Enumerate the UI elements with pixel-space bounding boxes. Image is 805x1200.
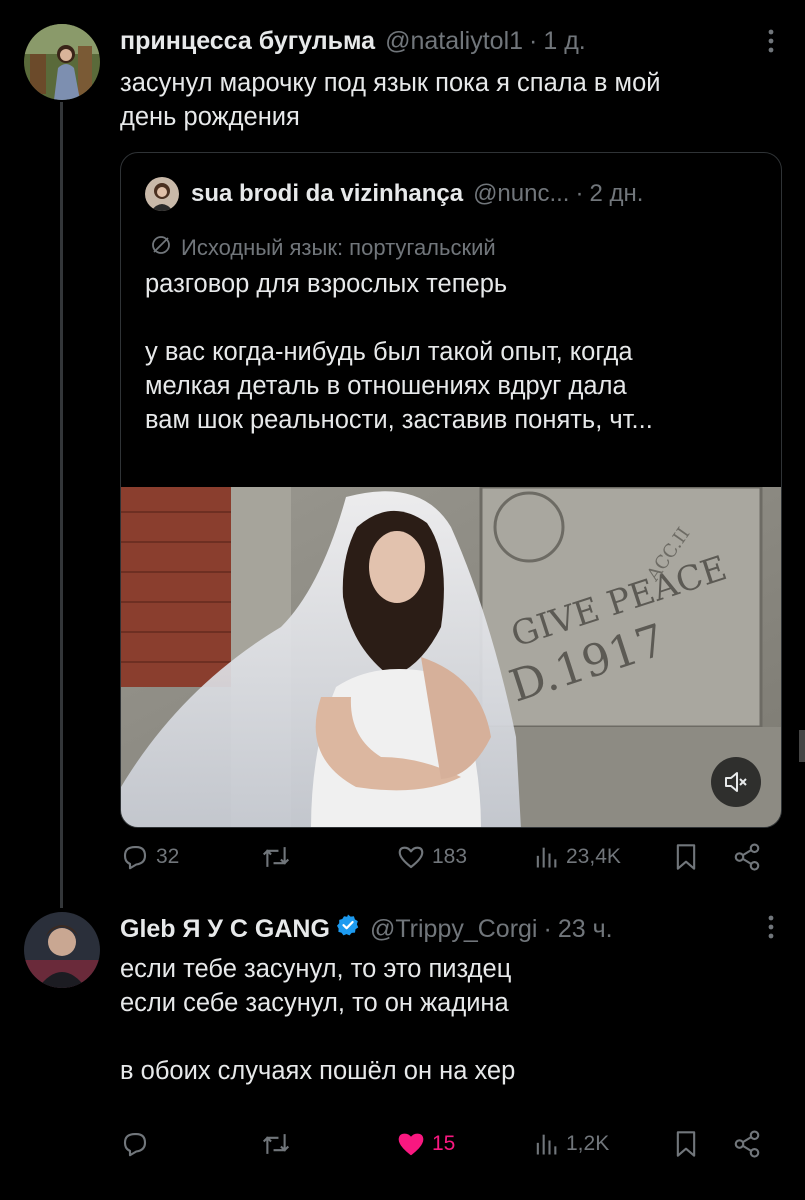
bookmark-icon	[676, 1131, 696, 1157]
separator-dot: ·	[575, 180, 584, 207]
repost-icon	[262, 847, 290, 867]
translation-note[interactable]: Исходный язык: португальский	[149, 233, 496, 263]
quoted-avatar	[145, 177, 179, 211]
share-button[interactable]	[732, 1124, 762, 1164]
reply-button[interactable]: 32	[120, 837, 179, 877]
reply-count: 32	[156, 845, 180, 868]
repost-button[interactable]	[260, 837, 292, 877]
quoted-tweet[interactable]: sua brodi da vizinhança @nunc... · 2 дн.…	[120, 152, 782, 828]
like-icon	[398, 846, 424, 869]
quoted-display-name: sua brodi da vizinhança	[191, 180, 464, 207]
verified-icon	[336, 913, 360, 937]
user-handle[interactable]: @nataliytol1	[385, 27, 523, 56]
avatar[interactable]	[24, 24, 100, 100]
more-icon[interactable]	[767, 28, 775, 58]
repost-button[interactable]	[260, 1124, 292, 1164]
quoted-video[interactable]: GIVE PEACE D.1917 ACC.II	[121, 487, 781, 827]
share-button[interactable]	[732, 837, 762, 877]
like-icon	[398, 1133, 424, 1156]
tweet-text: засунул марочку под язык пока я спала в …	[120, 69, 661, 131]
globe-icon	[149, 233, 173, 263]
display-name[interactable]: Gleb Я У С GANG	[120, 915, 330, 944]
tweet-main[interactable]: принцесса бугульма @nataliytol1 · 1 д. з…	[0, 0, 805, 908]
bookmark-button[interactable]	[672, 1124, 700, 1164]
view-count: 23,4K	[566, 845, 621, 868]
tweet-actions: 32 183 23,4K	[120, 837, 770, 877]
quoted-user-handle: @nunc...	[473, 180, 570, 207]
user-handle[interactable]: @Trippy_Corgi	[370, 915, 538, 944]
share-icon	[734, 843, 760, 871]
reply-icon	[123, 1132, 147, 1157]
tweet-actions: 15 1,2K	[120, 1124, 770, 1164]
scrollbar[interactable]	[799, 730, 805, 762]
bookmark-button[interactable]	[672, 837, 700, 877]
quoted-tweet-text: разговор для взрослых теперь у вас когда…	[145, 270, 653, 434]
views-button[interactable]: 1,2K	[532, 1124, 609, 1164]
separator-dot: ·	[529, 27, 538, 55]
share-icon	[734, 1130, 760, 1158]
bookmark-icon	[676, 844, 696, 870]
views-button[interactable]: 23,4K	[532, 837, 621, 877]
tweet-text: если тебе засунул, то это пиздец если се…	[120, 955, 516, 1085]
views-icon	[536, 847, 557, 868]
tweet-reply[interactable]: Gleb Я У С GANG @Trippy_Corgi · 23 ч. ес…	[0, 900, 805, 1200]
quoted-tweet-header: sua brodi da vizinhança @nunc... · 2 дн.	[145, 177, 643, 211]
more-icon[interactable]	[767, 914, 775, 944]
mute-icon[interactable]	[711, 757, 761, 807]
avatar[interactable]	[24, 912, 100, 988]
timestamp[interactable]: 1 д.	[543, 27, 585, 56]
timestamp[interactable]: 23 ч.	[558, 915, 613, 944]
like-button[interactable]: 183	[396, 837, 467, 877]
quoted-timestamp: 2 дн.	[589, 180, 644, 207]
display-name[interactable]: принцесса бугульма	[120, 27, 375, 56]
like-count: 15	[432, 1132, 456, 1155]
thread-line	[60, 102, 63, 908]
views-icon	[536, 1134, 557, 1155]
tweet-header: Gleb Я У С GANG @Trippy_Corgi · 23 ч.	[120, 913, 613, 944]
reply-button[interactable]	[120, 1124, 150, 1164]
reply-icon	[123, 845, 147, 870]
separator-dot: ·	[543, 915, 552, 943]
like-button[interactable]: 15	[396, 1124, 455, 1164]
view-count: 1,2K	[566, 1132, 610, 1155]
tweet-header: принцесса бугульма @nataliytol1 · 1 д.	[120, 27, 586, 56]
repost-icon	[262, 1134, 290, 1154]
translation-label: Исходный язык: португальский	[181, 235, 496, 260]
like-count: 183	[432, 845, 468, 868]
